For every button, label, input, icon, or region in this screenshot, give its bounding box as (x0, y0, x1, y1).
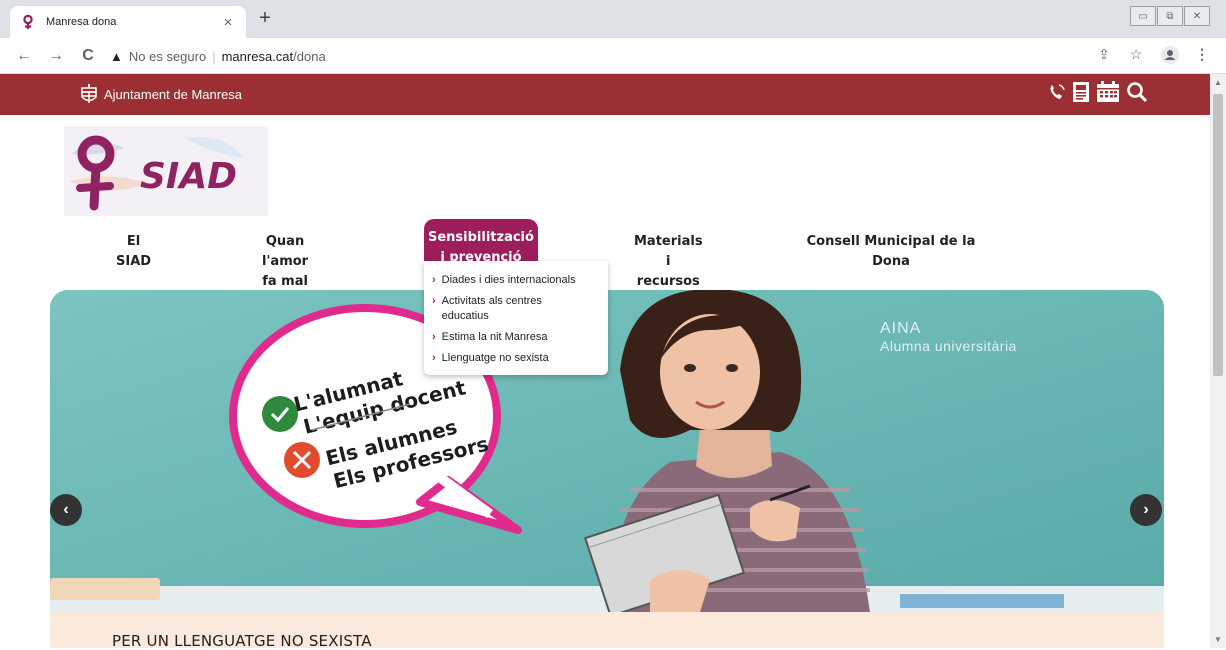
chevron-right-icon: › (432, 331, 436, 343)
scroll-up-icon[interactable]: ▲ (1214, 78, 1222, 87)
siad-logo-text: SIAD (140, 156, 237, 197)
scroll-down-icon[interactable]: ▼ (1214, 635, 1222, 644)
page-scrollbar[interactable]: ▲ ▼ (1210, 74, 1226, 648)
submenu-dropdown: › Diades i dies internacionals › Activitat… (424, 261, 608, 375)
submenu-item-estima-la-nit[interactable]: › Estima la nit Manresa (432, 330, 600, 345)
ajuntament-logo[interactable]: Ajuntament de Manresa (78, 83, 242, 105)
minimize-icon[interactable]: ▭ (1130, 6, 1156, 26)
submenu-label-line2: educatius (441, 310, 489, 322)
document-icon[interactable] (1072, 81, 1090, 103)
nav-item-quan-lamor-fa-mal[interactable]: Quan l'amor fa mal (262, 232, 308, 292)
submenu-item-activitats[interactable]: › Activitats als centres educatius (432, 294, 600, 324)
person-name: AINA (880, 320, 922, 337)
chevron-right-icon: › (432, 274, 436, 286)
warning-triangle-icon[interactable]: ▲ (110, 49, 123, 64)
header-icons (1048, 81, 1148, 103)
tab-close-icon[interactable]: × (220, 14, 236, 31)
maximize-icon[interactable]: ⧉ (1157, 6, 1183, 26)
submenu-label: Activitats als centres educatius (442, 294, 542, 324)
chevron-right-icon: › (432, 352, 436, 364)
phone-icon[interactable] (1048, 82, 1066, 102)
siad-logo[interactable]: SIAD (64, 126, 268, 216)
window-controls: ▭ ⧉ ✕ (1130, 6, 1210, 26)
carousel-prev-button[interactable]: ‹ (50, 494, 82, 526)
nav-item-consell[interactable]: Consell Municipal de la Dona (806, 232, 976, 272)
chevron-left-icon: ‹ (63, 501, 69, 518)
search-icon[interactable] (1126, 81, 1148, 103)
url-separator: | (212, 48, 216, 64)
municipal-header-bar: Ajuntament de Manresa (0, 74, 1210, 115)
chevron-right-icon: › (1143, 501, 1149, 518)
nav-label: Materials i recursos (634, 234, 703, 289)
chevron-right-icon: › (432, 295, 436, 307)
nav-label-line1: Consell Municipal de la (806, 234, 976, 249)
url-path: /dona (293, 48, 326, 64)
share-icon[interactable]: ⇪ (1094, 46, 1114, 63)
submenu-label: Estima la nit Manresa (441, 331, 548, 343)
forward-button[interactable]: → (46, 46, 66, 66)
profile-avatar-icon[interactable] (1160, 46, 1180, 67)
browser-menu-icon[interactable]: ⋮ (1192, 46, 1212, 63)
nav-item-materials[interactable]: Materials i recursos (634, 232, 703, 292)
nav-label: El SIAD (116, 234, 152, 269)
nav-label-line2: Dona (872, 254, 910, 269)
insecure-label[interactable]: No es seguro (129, 49, 206, 64)
new-tab-button[interactable]: + (254, 8, 276, 30)
nav-label: Quan l'amor fa mal (262, 234, 309, 289)
browser-tab-bar: Manresa dona × + ▭ ⧉ ✕ (0, 0, 1226, 38)
calendar-icon[interactable] (1096, 81, 1120, 103)
bookmark-star-icon[interactable]: ☆ (1126, 46, 1146, 63)
close-window-icon[interactable]: ✕ (1184, 6, 1210, 26)
browser-tab[interactable]: Manresa dona × (10, 6, 246, 38)
address-bar: ← → C ▲ No es seguro | manresa.cat/dona … (0, 38, 1226, 74)
person-caption: AINA Alumna universitària (880, 320, 1017, 354)
back-button[interactable]: ← (14, 46, 34, 66)
section-band: PER UN LLENGUATGE NO SEXISTA (50, 612, 1164, 650)
scrollbar-thumb[interactable] (1213, 94, 1223, 376)
female-symbol-favicon (23, 14, 33, 29)
submenu-item-llenguatge[interactable]: › Llenguatge no sexista (432, 351, 600, 366)
submenu-label-line1: Activitats als centres (441, 295, 542, 307)
tab-title: Manresa dona (46, 16, 117, 28)
nav-label: Sensibilització i prevenció (428, 230, 534, 265)
carousel-next-button[interactable]: › (1130, 494, 1162, 526)
nav-item-el-siad[interactable]: El SIAD (116, 232, 151, 272)
url-field[interactable]: ▲ No es seguro | manresa.cat/dona (110, 44, 1160, 68)
submenu-label: Llenguatge no sexista (441, 352, 549, 364)
submenu-item-diades[interactable]: › Diades i dies internacionals (432, 273, 600, 288)
submenu-label: Diades i dies internacionals (441, 274, 576, 286)
person-role: Alumna universitària (880, 338, 1017, 354)
org-name: Ajuntament de Manresa (104, 86, 243, 102)
coat-of-arms-icon (81, 84, 97, 103)
url-host: manresa.cat (221, 48, 294, 64)
reload-button[interactable]: C (78, 46, 98, 66)
section-title: PER UN LLENGUATGE NO SEXISTA (112, 632, 372, 650)
